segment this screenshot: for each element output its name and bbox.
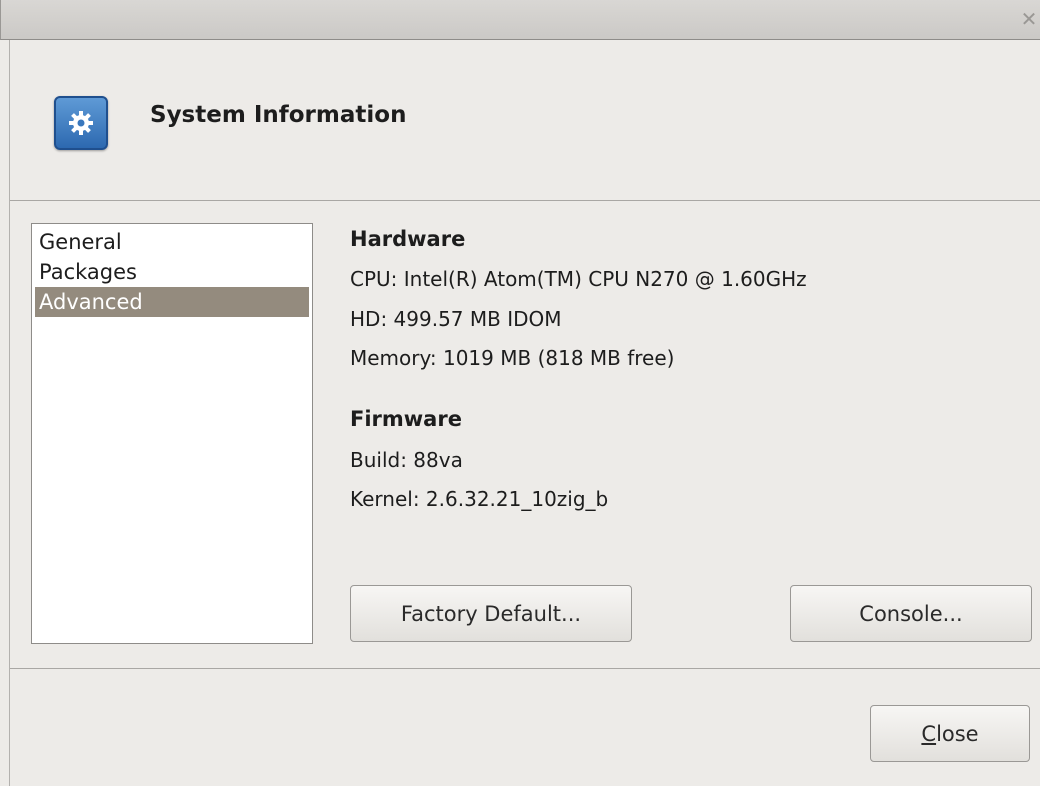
list-item-packages[interactable]: Packages	[32, 257, 312, 287]
cpu-info: CPU: Intel(R) Atom(TM) CPU N270 @ 1.60GH…	[350, 267, 807, 291]
window-titlebar[interactable]: ✕	[0, 0, 1040, 40]
gear-icon	[54, 96, 108, 150]
list-item-general[interactable]: General	[32, 227, 312, 257]
dialog-title: System Information	[150, 102, 407, 128]
category-list[interactable]: General Packages Advanced	[31, 223, 313, 644]
console-button[interactable]: Console...	[790, 585, 1032, 642]
hd-info: HD: 499.57 MB IDOM	[350, 307, 562, 331]
dialog-border	[9, 40, 10, 786]
memory-info: Memory: 1019 MB (818 MB free)	[350, 346, 675, 370]
hardware-heading: Hardware	[350, 227, 466, 251]
kernel-info: Kernel: 2.6.32.21_10zig_b	[350, 487, 609, 511]
header-divider	[10, 200, 1040, 201]
close-label-rest: lose	[936, 721, 979, 746]
build-info: Build: 88va	[350, 448, 463, 472]
gear-icon-glyph	[69, 111, 93, 135]
firmware-heading: Firmware	[350, 407, 462, 431]
footer-divider	[10, 668, 1040, 669]
close-mnemonic: C	[921, 721, 937, 746]
factory-default-button[interactable]: Factory Default...	[350, 585, 632, 642]
close-button[interactable]: Close	[870, 705, 1030, 762]
list-item-advanced[interactable]: Advanced	[35, 287, 309, 317]
close-x-icon[interactable]: ✕	[1020, 8, 1038, 30]
